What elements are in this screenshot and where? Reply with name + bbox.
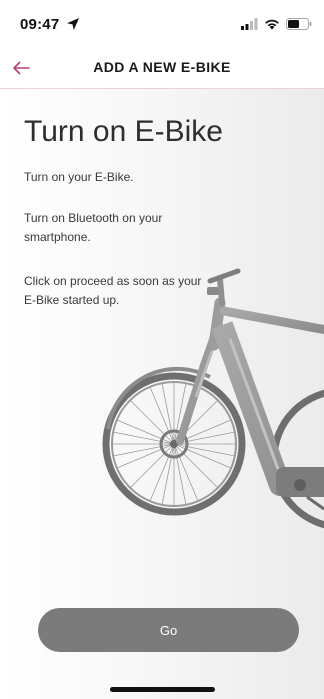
app-header: ADD A NEW E-BIKE bbox=[0, 48, 324, 89]
go-button[interactable]: Go bbox=[38, 608, 299, 652]
instruction-turn-on-bluetooth: Turn on Bluetooth on your smartphone. bbox=[24, 211, 163, 244]
content-area: Turn on E-Bike Turn on your E-Bike. Turn… bbox=[0, 89, 324, 699]
wifi-icon bbox=[265, 19, 279, 30]
status-time: 09:47 bbox=[20, 16, 60, 33]
battery-icon bbox=[286, 18, 312, 30]
home-indicator[interactable] bbox=[110, 687, 215, 692]
screen: 09:47 ADD A NEW E-BIKE Turn on E-Bike Tu… bbox=[0, 0, 324, 699]
instruction-turn-on-bike: Turn on your E-Bike. bbox=[24, 170, 134, 184]
location-arrow-icon bbox=[67, 18, 79, 30]
signal-bars-icon bbox=[241, 18, 258, 30]
header-title: ADD A NEW E-BIKE bbox=[93, 59, 231, 75]
e-bike-illustration bbox=[102, 268, 324, 529]
status-icons bbox=[241, 17, 312, 31]
page-title: Turn on E-Bike bbox=[24, 115, 223, 148]
status-bar: 09:47 bbox=[0, 0, 324, 48]
